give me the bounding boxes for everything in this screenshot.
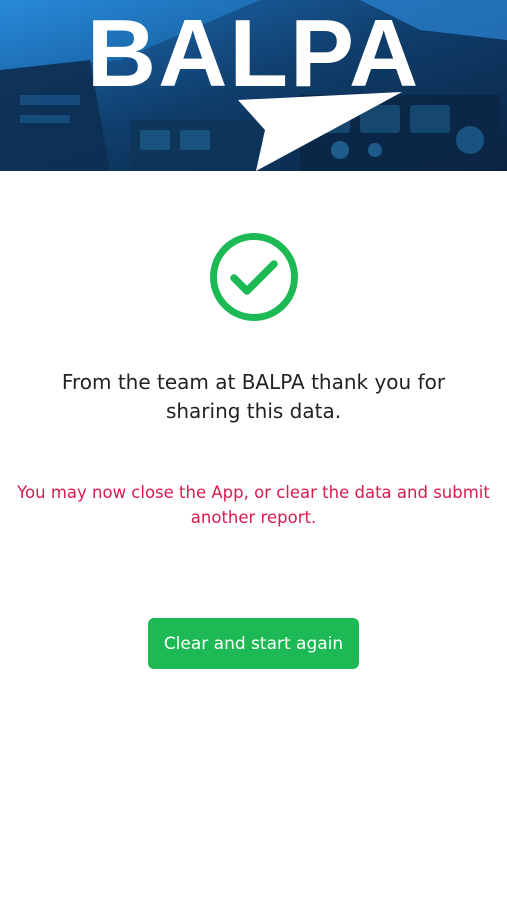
header-banner: BALPA — [0, 0, 507, 171]
confirmation-screen: BALPA From the team at BALPA thank you f… — [0, 0, 507, 900]
check-circle-icon — [209, 232, 299, 322]
balpa-logo-text: BALPA — [86, 0, 421, 107]
clear-and-start-again-button[interactable]: Clear and start again — [148, 618, 359, 669]
next-steps-notice: You may now close the App, or clear the … — [17, 483, 490, 527]
thank-you-message: From the team at BALPA thank you for sha… — [61, 370, 446, 423]
